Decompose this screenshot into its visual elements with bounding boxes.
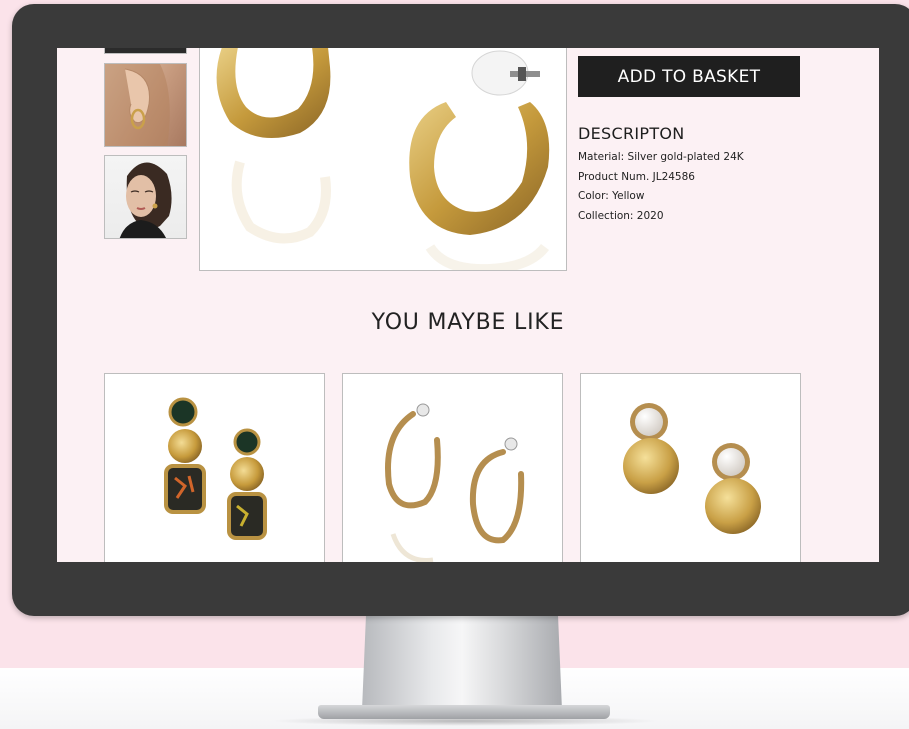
recommendation-card-hoop[interactable] (342, 373, 563, 562)
thumbnail-ear-model[interactable] (104, 63, 187, 147)
thumbnail-face-model[interactable] (104, 155, 187, 239)
product-page: ADD TO BASKET DESCRIPTON Material: Silve… (57, 48, 879, 562)
add-to-basket-button[interactable]: ADD TO BASKET (578, 56, 800, 97)
thumbnail-model-partial[interactable] (104, 48, 187, 54)
main-product-image (199, 48, 567, 271)
description-title: DESCRIPTON (578, 124, 685, 143)
detail-material: Material: Silver gold-plated 24K (578, 151, 744, 163)
detail-collection: Collection: 2020 (578, 209, 664, 222)
recommendation-card-gem-drop[interactable] (104, 373, 325, 562)
monitor-stand (362, 615, 562, 710)
recommendations-title: YOU MAYBE LIKE (371, 310, 565, 335)
description-list: Material: Silver gold-plated 24K Product… (578, 148, 744, 226)
recommendation-card-pearl[interactable] (580, 373, 801, 562)
monitor-base (318, 705, 610, 719)
detail-color: Color: Yellow (578, 190, 645, 202)
detail-product-number: Product Num. JL24586 (578, 170, 695, 183)
